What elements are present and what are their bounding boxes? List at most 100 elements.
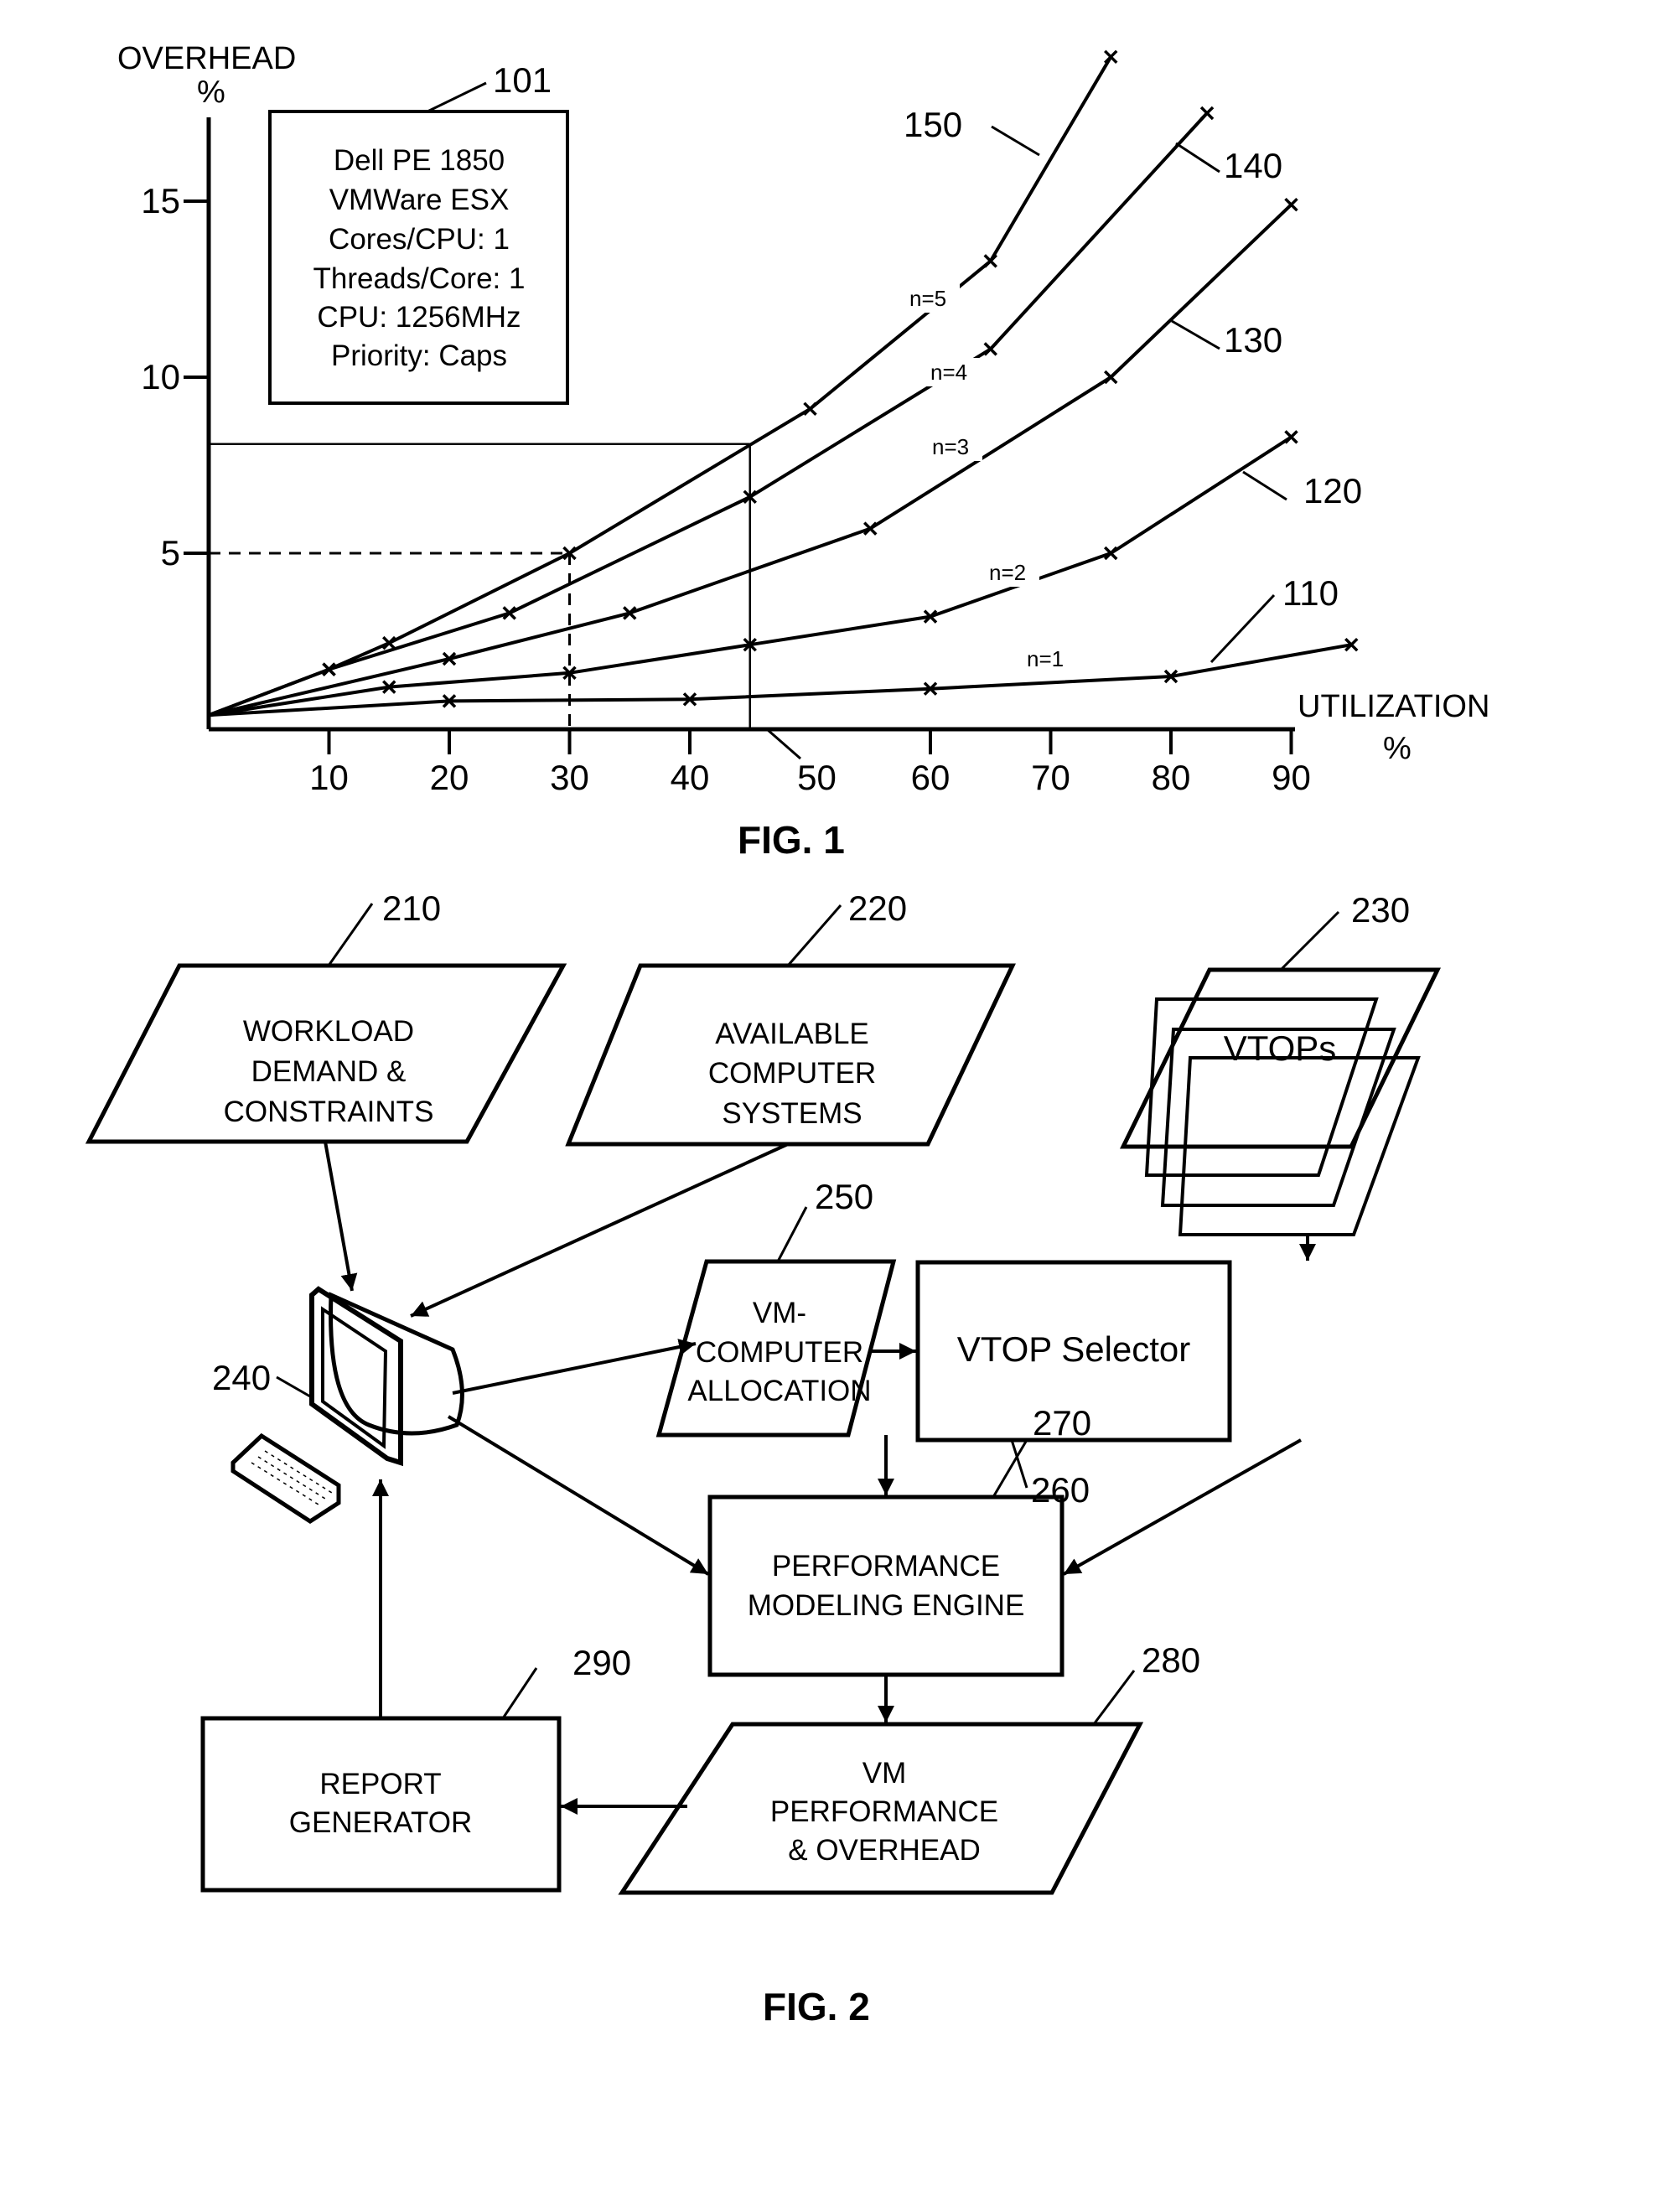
ref-230: 230 [1351,890,1410,930]
data-point [983,254,997,268]
x-tick-label: 40 [671,758,710,797]
node-label: MODELING ENGINE [748,1589,1025,1622]
config-box-leader [427,81,487,113]
ref-leader-260 [1010,1439,1028,1489]
arrow-computer-to-allocation [452,1339,697,1395]
data-point [803,401,817,417]
ref-250: 250 [815,1177,873,1216]
node-label: PERFORMANCE [770,1795,998,1828]
vtop-selector-node[interactable]: VTOP Selector [915,1260,1232,1443]
computer-icon[interactable] [231,1286,464,1524]
node-label: ALLOCATION [687,1375,871,1407]
config-line: Cores/CPU: 1 [329,223,510,256]
ref-290: 290 [572,1643,631,1682]
series-ref: 120 [1303,471,1362,510]
ref-270: 270 [1033,1403,1091,1443]
data-point [983,342,997,356]
config-box-ref: 101 [493,60,552,100]
x-ticks: 10 20 30 40 50 60 70 80 90 [309,729,1311,797]
y-axis-unit: % [197,75,225,110]
data-point [1199,106,1215,121]
node-label: COMPUTER [696,1336,863,1369]
x-tick-label: 90 [1272,758,1311,797]
x-tick-label: 50 [797,758,837,797]
y-tick-label: 10 [141,357,180,396]
available-systems-node[interactable]: AVAILABLE COMPUTER SYSTEMS [565,963,1016,1147]
allocation-node[interactable]: VM- COMPUTER ALLOCATION [655,1259,897,1438]
series-ref-leader [1210,593,1276,664]
ref-leader-250 [776,1206,808,1262]
x-tick-label: 30 [550,758,589,797]
node-label: COMPUTER [708,1057,876,1090]
x-axis-label: UTILIZATION [1298,689,1489,724]
y-tick-label: 5 [161,533,180,572]
node-label: & OVERHEAD [788,1834,981,1867]
series-label: n=4 [930,360,967,385]
report-generator-node[interactable]: REPORT GENERATOR [200,1716,562,1893]
series-n1: n=1 110 [208,573,1359,717]
ref-leader-270 [992,1439,1028,1498]
node-label: SYSTEMS [722,1097,862,1130]
node-label: VM- [753,1297,806,1329]
data-point [1284,197,1298,212]
ref-leader-230 [1279,910,1340,971]
node-label: PERFORMANCE [772,1550,1000,1583]
series-ref-leader [1242,470,1287,501]
ref-leader-210 [327,903,374,966]
arrow-computer-to-engine [447,1415,710,1576]
x-axis-unit: % [1383,731,1412,766]
x-tick-label: 60 [911,758,951,797]
series-line [208,643,1352,717]
x-tick-label: 10 [309,758,349,797]
ref-leader-290 [501,1667,538,1719]
fig2-caption: FIG. 2 [763,1985,870,2028]
y-ticks: 5 10 15 [141,181,209,572]
node-label: CONSTRAINTS [224,1096,434,1128]
node-label: REPORT [319,1768,441,1800]
overhead-chart: OVERHEAD % UTILIZATION % 5 10 15 10 20 30 40 5… [117,41,1489,862]
series-ref-leader [1175,142,1220,174]
config-box-lines: Dell PE 1850 VMWare ESX Cores/CPU: 1 Thr… [313,144,526,372]
ref-leader-240 [276,1375,311,1398]
ref-leader-220 [786,904,842,966]
node-label: WORKLOAD [243,1015,414,1048]
arrow-selector-to-engine [1063,1438,1302,1576]
config-line: Priority: Caps [331,339,507,372]
y-tick-label: 15 [141,181,180,220]
config-line: CPU: 1256MHz [317,301,521,334]
performance-overhead-node[interactable]: VM PERFORMANCE & OVERHEAD [618,1722,1144,1895]
x-tick-label: 70 [1031,758,1070,797]
guide-lines [209,443,751,729]
ref-leader-280 [1092,1670,1136,1725]
series-label: n=2 [989,560,1026,585]
fig1-caption: FIG. 1 [738,818,845,862]
ref-220: 220 [848,888,907,928]
series-label: n=3 [932,434,969,459]
flow-arrows [324,1141,1316,1815]
axis-ref-leader [766,728,801,760]
config-line: Dell PE 1850 [334,144,505,177]
series-ref: 150 [904,105,962,144]
series-ref: 110 [1282,573,1339,613]
series-label: n=5 [909,286,946,311]
series-ref: 140 [1224,146,1282,185]
series-ref-leader [1171,319,1220,350]
node-label: VTOP Selector [957,1329,1191,1369]
data-point [1284,430,1298,444]
series-ref: 130 [1224,320,1282,360]
vtops-stack[interactable]: VTOPs [1119,967,1442,1236]
x-tick-label: 80 [1152,758,1191,797]
config-line: Threads/Core: 1 [313,262,526,295]
ref-210: 210 [382,888,441,928]
x-tick-label: 20 [430,758,469,797]
modeling-engine-node[interactable]: PERFORMANCE MODELING ENGINE [707,1495,1065,1677]
config-line: VMWare ESX [329,184,510,216]
data-point [1104,49,1118,65]
y-axis-label: OVERHEAD [117,41,296,76]
node-label: VM [862,1757,907,1790]
series-label: n=1 [1027,646,1064,671]
node-label: VTOPs [1224,1028,1337,1068]
node-label: GENERATOR [289,1806,472,1839]
workload-node[interactable]: WORKLOAD DEMAND & CONSTRAINTS [85,963,567,1144]
series-ref-leader [991,125,1040,157]
